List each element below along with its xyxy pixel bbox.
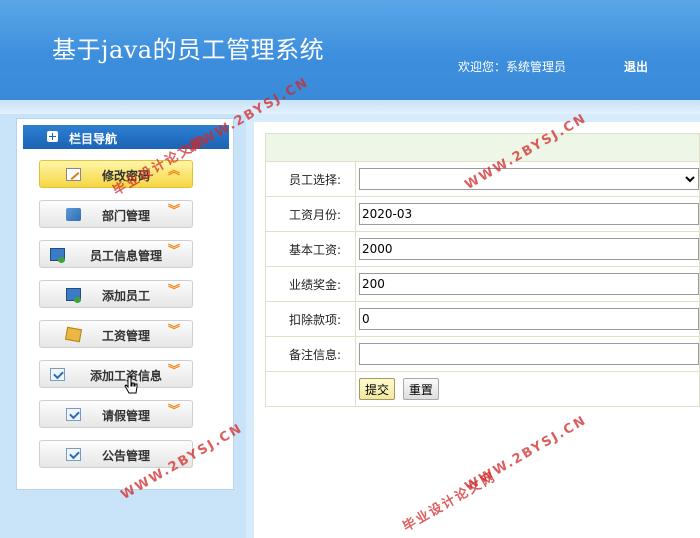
hand-cursor-icon xyxy=(124,376,138,394)
month-label: 工资月份: xyxy=(265,196,356,232)
sidebar-item-notices[interactable]: 公告管理 xyxy=(39,440,193,468)
note-input[interactable] xyxy=(359,343,699,365)
chevron-up-icon: ︽ xyxy=(167,163,180,177)
plus-icon xyxy=(47,131,58,142)
sidebar: 栏目导航 修改密码 ︽ 部门管理 ︾ 员工信息管理 ︾ 添加员工 ︾ 工资管理 … xyxy=(16,118,234,490)
sidebar-item-employee-info[interactable]: 员工信息管理 ︾ xyxy=(39,240,193,268)
chevron-down-icon: ︾ xyxy=(167,323,180,337)
chevron-down-icon: ︾ xyxy=(167,283,180,297)
form-row: 基本工资: xyxy=(265,231,700,267)
form-row: 业绩奖金: xyxy=(265,266,700,302)
sidebar-item-add-salary[interactable]: 添加工资信息 ︾ xyxy=(39,360,193,388)
form-row: 扣除款项: xyxy=(265,301,700,337)
sidebar-item-add-employee[interactable]: 添加员工 ︾ xyxy=(39,280,193,308)
nav-header-title: 栏目导航 xyxy=(69,132,118,146)
sidebar-item-leave[interactable]: 请假管理 ︾ xyxy=(39,400,193,428)
bonus-input[interactable] xyxy=(359,273,699,295)
header: 基于java的员工管理系统 欢迎您：系统管理员 退出 xyxy=(0,0,700,100)
sidebar-item-change-password[interactable]: 修改密码 ︽ xyxy=(39,160,193,188)
base-salary-input[interactable] xyxy=(359,238,699,260)
sidebar-item-departments[interactable]: 部门管理 ︾ xyxy=(39,200,193,228)
form-actions-row: 提交 重置 xyxy=(265,371,700,407)
chevron-down-icon: ︾ xyxy=(167,363,180,377)
deduction-label: 扣除款项: xyxy=(265,301,356,337)
nav-header: 栏目导航 xyxy=(23,125,229,149)
employee-select[interactable] xyxy=(359,168,699,190)
sidebar-item-salary[interactable]: 工资管理 ︾ xyxy=(39,320,193,348)
logout-link[interactable]: 退出 xyxy=(624,58,648,75)
welcome-text: 欢迎您：系统管理员 xyxy=(458,60,567,74)
form-header-row xyxy=(265,133,700,162)
sidebar-item-label: 公告管理 xyxy=(101,449,150,463)
form-row: 员工选择: xyxy=(265,161,700,197)
form-row: 备注信息: xyxy=(265,336,700,372)
deduction-input[interactable] xyxy=(359,308,699,330)
header-strip xyxy=(0,100,700,114)
reset-button[interactable]: 重置 xyxy=(402,378,439,400)
base-salary-label: 基本工资: xyxy=(265,231,356,267)
app-title: 基于java的员工管理系统 xyxy=(52,36,325,64)
submit-button[interactable]: 提交 xyxy=(359,378,396,400)
chevron-down-icon: ︾ xyxy=(167,203,180,217)
salary-form: 员工选择: 工资月份: 基本工资: 业绩奖金: 扣除款项: 备注信息: 提交 重… xyxy=(265,133,700,407)
chevron-down-icon: ︾ xyxy=(167,403,180,417)
month-input[interactable] xyxy=(359,203,699,225)
note-label: 备注信息: xyxy=(265,336,356,372)
chevron-down-icon: ︾ xyxy=(167,243,180,257)
bonus-label: 业绩奖金: xyxy=(265,266,356,302)
form-row: 工资月份: xyxy=(265,196,700,232)
employee-label: 员工选择: xyxy=(265,161,356,197)
